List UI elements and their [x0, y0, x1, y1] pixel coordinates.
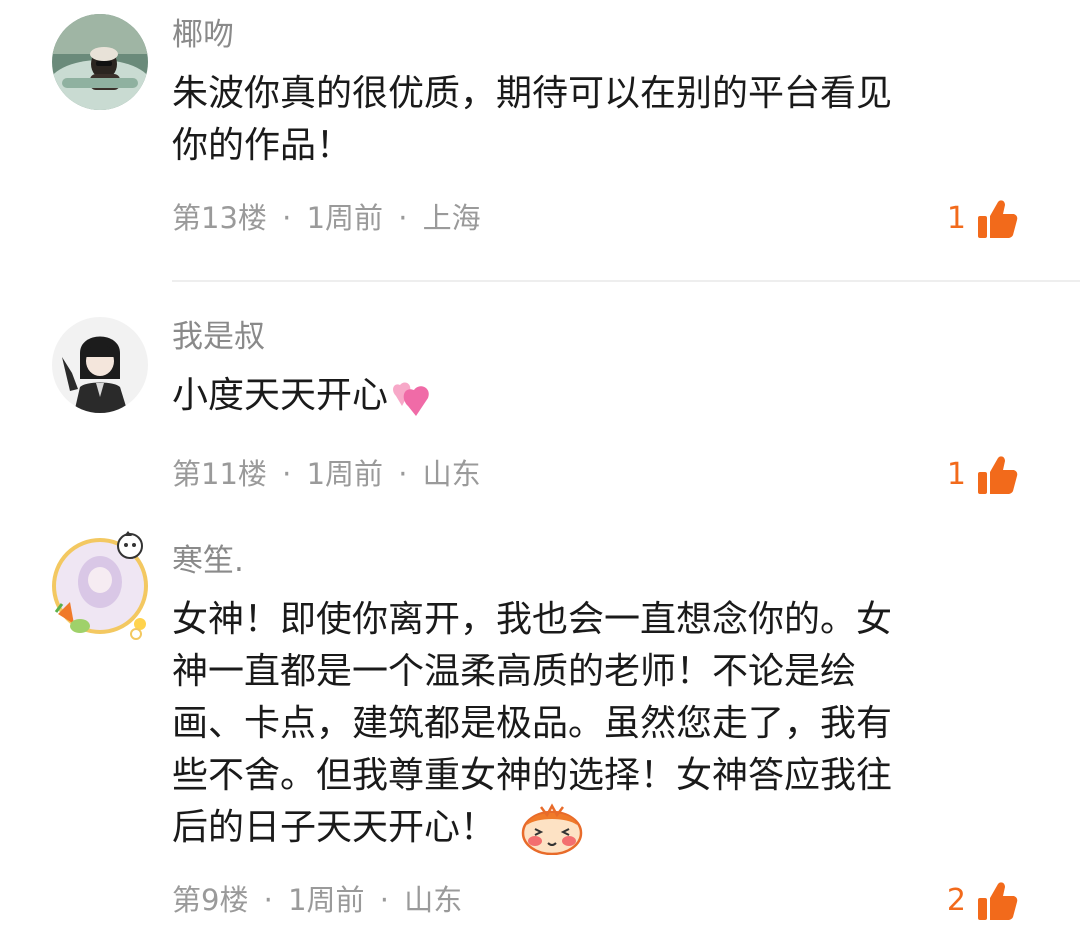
like-button[interactable]: 1	[947, 454, 1018, 496]
ip-location: 山东	[404, 883, 463, 917]
thumbs-up-icon	[978, 456, 1018, 494]
post-time: 1周前	[288, 883, 365, 917]
ip-location: 山东	[422, 457, 481, 491]
username[interactable]: 我是叔	[172, 322, 265, 353]
separator: ·	[379, 883, 389, 917]
comment-line: 朱波你真的很优质，期待可以在别的平台看见	[172, 73, 893, 114]
like-count: 2	[946, 883, 966, 918]
separator: ·	[282, 201, 292, 235]
comment-line: 小度天天开心	[172, 370, 1012, 422]
comment-line: 后的日子天天开心！	[172, 802, 1012, 855]
like-button[interactable]: 1	[947, 198, 1018, 240]
user-avatar[interactable]	[52, 14, 148, 110]
user-avatar[interactable]	[44, 528, 156, 640]
comment-text: 小度天天开心	[172, 370, 1012, 422]
ip-location: 上海	[422, 201, 481, 235]
comment-text: 朱波你真的很优质，期待可以在别的平台看见 你的作品！	[172, 68, 1012, 172]
post-time: 1周前	[306, 457, 384, 491]
thumbs-up-icon	[978, 200, 1018, 238]
comment-line: 些不舍。但我尊重女神的选择！女神答应我往	[172, 755, 893, 796]
comment-line: 神一直都是一个温柔高质的老师！不论是绘	[172, 651, 857, 692]
comment-line: 画、卡点，建筑都是极品。虽然您走了，我有	[172, 703, 893, 744]
avatar-image	[52, 317, 148, 413]
floor-number: 第13楼	[172, 201, 267, 235]
like-button[interactable]: 2	[947, 880, 1018, 922]
floor-number: 第11楼	[172, 457, 267, 491]
post-time: 1周前	[306, 201, 384, 235]
user-avatar[interactable]	[52, 317, 148, 413]
username[interactable]: 椰吻	[172, 20, 234, 51]
comment-text: 女神！即使你离开，我也会一直想念你的。女 神一直都是一个温柔高质的老师！不论是绘…	[172, 594, 1012, 855]
comment-meta: 第9楼 · 1周前 · 山东	[172, 886, 462, 915]
comment-line: 女神！即使你离开，我也会一直想念你的。女	[172, 599, 893, 640]
thumbs-up-icon	[978, 882, 1018, 920]
separator: ·	[398, 457, 408, 491]
floor-number: 第9楼	[172, 883, 249, 917]
comment-meta: 第13楼 · 1周前 · 上海	[172, 204, 481, 233]
separator: ·	[263, 883, 273, 917]
avatar-image	[52, 14, 148, 110]
avatar-image	[52, 531, 148, 640]
comment-line-text: 小度天天开心	[172, 375, 389, 416]
comment-item: 椰吻 朱波你真的很优质，期待可以在别的平台看见 你的作品！ 第13楼 · 1周前…	[0, 0, 1080, 280]
two-hearts-emoji	[393, 382, 429, 416]
comment-line: 你的作品！	[172, 125, 353, 166]
comment-line-text: 后的日子天天开心！	[172, 807, 497, 848]
username[interactable]: 寒笙.	[172, 546, 244, 577]
separator: ·	[398, 201, 408, 235]
comment-item: 我是叔 小度天天开心 第11楼 · 1周前 · 山东 1	[0, 282, 1080, 510]
blushing-face-emoji	[522, 803, 583, 855]
comment-item: 寒笙. 女神！即使你离开，我也会一直想念你的。女 神一直都是一个温柔高质的老师！…	[0, 510, 1080, 949]
separator: ·	[282, 457, 292, 491]
like-count: 1	[946, 457, 966, 492]
like-count: 1	[946, 201, 966, 236]
comment-meta: 第11楼 · 1周前 · 山东	[172, 460, 481, 489]
